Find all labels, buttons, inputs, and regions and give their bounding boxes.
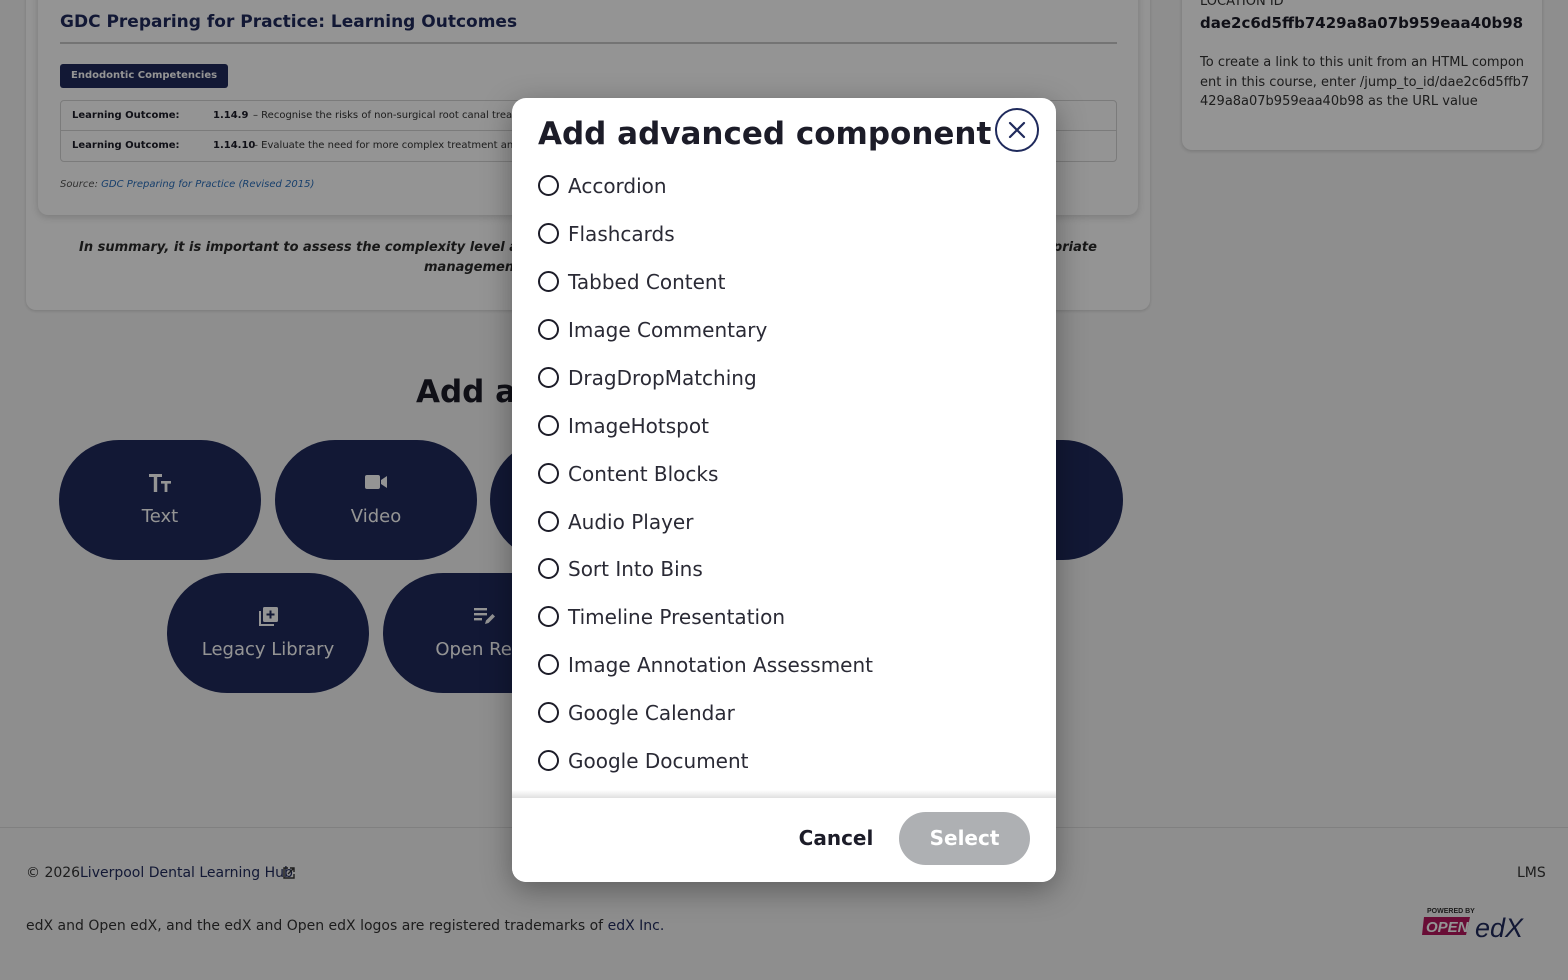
option-google-document[interactable]: Google Document: [538, 745, 1018, 775]
option-google-calendar[interactable]: Google Calendar: [538, 697, 1018, 727]
dialog-footer: Cancel Select: [512, 798, 1056, 882]
close-button[interactable]: [995, 108, 1039, 152]
option-label: Image Commentary: [568, 318, 768, 342]
radio-button[interactable]: [538, 702, 559, 723]
option-label: Google Document: [568, 749, 749, 773]
select-button[interactable]: Select: [899, 812, 1030, 865]
option-audio-player[interactable]: Audio Player: [538, 506, 1018, 536]
option-tabbed-content[interactable]: Tabbed Content: [538, 266, 1018, 296]
option-label: Content Blocks: [568, 462, 719, 486]
option-label: Timeline Presentation: [568, 605, 786, 629]
option-timeline-presentation[interactable]: Timeline Presentation: [538, 601, 1018, 631]
cancel-button[interactable]: Cancel: [788, 812, 884, 864]
option-label: Sort Into Bins: [568, 557, 703, 581]
component-options-list[interactable]: Accordion Flashcards Tabbed Content Imag…: [512, 166, 1056, 798]
option-label: Tabbed Content: [568, 270, 726, 294]
radio-button[interactable]: [538, 415, 559, 436]
radio-button[interactable]: [538, 750, 559, 771]
option-image-commentary[interactable]: Image Commentary: [538, 314, 1018, 344]
option-label: Accordion: [568, 174, 667, 198]
radio-button[interactable]: [538, 654, 559, 675]
option-dragdropmatching[interactable]: DragDropMatching: [538, 362, 1018, 392]
option-label: Audio Player: [568, 510, 694, 534]
option-label: Flashcards: [568, 222, 675, 246]
scroll-shadow: [512, 790, 1056, 798]
option-label: Google Calendar: [568, 701, 735, 725]
option-accordion[interactable]: Accordion: [538, 170, 1018, 200]
option-label: ImageHotspot: [568, 414, 709, 438]
option-sort-into-bins[interactable]: Sort Into Bins: [538, 553, 1018, 583]
option-imagehotspot[interactable]: ImageHotspot: [538, 410, 1018, 440]
option-image-annotation-assessment[interactable]: Image Annotation Assessment: [538, 649, 1018, 679]
add-advanced-component-dialog: Add advanced component Accordion Flashca…: [512, 98, 1056, 882]
radio-button[interactable]: [538, 558, 559, 579]
radio-button[interactable]: [538, 175, 559, 196]
option-label: Image Annotation Assessment: [568, 653, 873, 677]
option-flashcards[interactable]: Flashcards: [538, 218, 1018, 248]
option-content-blocks[interactable]: Content Blocks: [538, 458, 1018, 488]
radio-button[interactable]: [538, 271, 559, 292]
radio-button[interactable]: [538, 606, 559, 627]
radio-button[interactable]: [538, 367, 559, 388]
close-icon: [1008, 121, 1026, 139]
dialog-title: Add advanced component: [538, 116, 992, 152]
radio-button[interactable]: [538, 511, 559, 532]
radio-button[interactable]: [538, 223, 559, 244]
radio-button[interactable]: [538, 319, 559, 340]
option-label: DragDropMatching: [568, 366, 757, 390]
radio-button[interactable]: [538, 463, 559, 484]
